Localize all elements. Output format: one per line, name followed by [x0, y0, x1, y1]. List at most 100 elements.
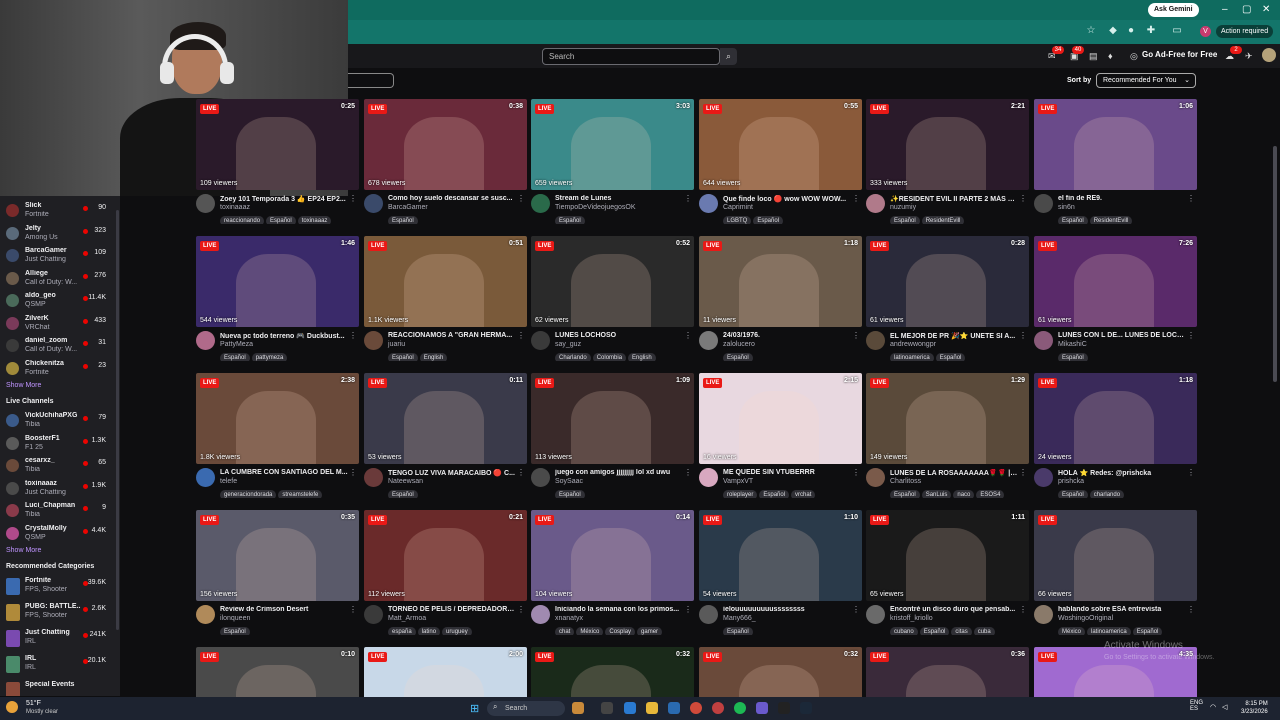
streamer-name[interactable]: Caprimint [723, 204, 753, 211]
streamer-name[interactable]: Many666_ [723, 615, 756, 622]
sidebar-channel-boosterf1[interactable]: BoosterF1 F1 25 1.3K [0, 433, 120, 455]
stream-card[interactable]: LIVE 2:15 16 viewers ME QUEDE SIN VTUBERRR V… [699, 373, 862, 505]
stream-tag[interactable]: españa [388, 627, 416, 635]
streamer-avatar[interactable] [866, 194, 885, 213]
stream-tag[interactable]: Español [1058, 216, 1088, 224]
stream-card[interactable]: LIVE 0:21 112 viewers TORNEO DE PELIS / DEP… [364, 510, 527, 642]
sidebar-channel-aldo_geo[interactable]: aldo_geo QSMP 11.4K [0, 290, 120, 312]
stream-card[interactable]: LIVE 0:28 61 viewers EL MEJOR DE PR 🎉⭐ UNET… [866, 236, 1029, 368]
streamer-avatar[interactable] [196, 331, 215, 350]
stream-card[interactable]: LIVE 2:00 [364, 647, 527, 720]
stream-tag[interactable]: vrchat [791, 490, 816, 498]
stream-tag[interactable]: Español [753, 216, 784, 224]
stream-thumbnail[interactable]: LIVE 7:26 61 viewers [1034, 236, 1197, 327]
streamer-name[interactable]: Nateewsan [388, 478, 423, 485]
streamer-avatar[interactable] [196, 468, 215, 487]
stream-title[interactable]: TORNEO DE PELIS / DEPREDADOR l... [388, 606, 516, 613]
stream-tag[interactable]: chat [555, 627, 575, 635]
sidebar-channel-jelty[interactable]: Jelty Among Us 323 [0, 223, 120, 245]
streamer-avatar[interactable] [1034, 605, 1053, 624]
streamer-avatar[interactable] [866, 331, 885, 350]
stream-card[interactable]: LIVE 1:11 65 viewers Encontré un disco duro… [866, 510, 1029, 642]
more-options-icon[interactable]: ⋮ [349, 331, 357, 340]
more-options-icon[interactable]: ⋮ [684, 331, 692, 340]
obs-icon[interactable] [778, 702, 790, 714]
more-options-icon[interactable]: ⋮ [852, 468, 860, 477]
streamer-name[interactable]: TiempoDeVideojuegosOK [555, 204, 636, 211]
filter-input[interactable] [348, 73, 394, 88]
more-options-icon[interactable]: ⋮ [1187, 468, 1195, 477]
chrome-icon[interactable] [690, 702, 702, 714]
sidebar-channel-chickenitza[interactable]: Chickenitza Fortnite 23 [0, 358, 120, 380]
more-options-icon[interactable]: ⋮ [1019, 331, 1027, 340]
stream-card[interactable]: LIVE 0:32 [531, 647, 694, 720]
more-options-icon[interactable]: ⋮ [349, 605, 357, 614]
more-options-icon[interactable]: ⋮ [517, 605, 525, 614]
sidebar-category[interactable]: Special Events [0, 679, 120, 696]
stream-title[interactable]: Nueva pc todo terreno 🎮 Duckbust... [220, 332, 348, 340]
sidepanel-icon[interactable]: ▭ [1172, 26, 1182, 36]
wifi-icon[interactable]: ◠ [1210, 703, 1216, 711]
stream-thumbnail[interactable]: LIVE 0:55 644 viewers [699, 99, 862, 190]
stream-title[interactable]: HOLA ⭐ Redes: @prishcka [1058, 469, 1186, 477]
stream-thumbnail[interactable]: LIVE 0:11 53 viewers [364, 373, 527, 464]
sidebar-scrollbar[interactable] [116, 210, 119, 630]
sidebar-channel-luci_chapman[interactable]: Luci_Chapman Tibia 9 [0, 500, 120, 522]
more-options-icon[interactable]: ⋮ [1187, 605, 1195, 614]
user-avatar[interactable] [1262, 48, 1276, 62]
stream-tag[interactable]: Español [935, 353, 966, 361]
profile-avatar[interactable]: V [1200, 26, 1211, 37]
streamer-avatar[interactable] [866, 605, 885, 624]
file-explorer-icon[interactable] [646, 702, 658, 714]
sidebar-channel-crystalmolly[interactable]: CrystalMolly QSMP 4.4K [0, 523, 120, 545]
stream-tag[interactable]: pattymeza [251, 353, 288, 361]
stream-thumbnail[interactable]: LIVE 1:18 11 viewers [699, 236, 862, 327]
stream-title[interactable]: hablando sobre ESA entrevista [1058, 606, 1186, 613]
sidebar-channel-barcagamer[interactable]: BarcaGamer Just Chatting 109 [0, 245, 120, 267]
stream-thumbnail[interactable]: LIVE 1:10 54 viewers [699, 510, 862, 601]
extension-icon[interactable]: ● [1126, 26, 1136, 36]
app-icon[interactable] [712, 702, 724, 714]
streamer-avatar[interactable] [364, 468, 383, 487]
stream-card[interactable]: LIVE 1:09 113 viewers juego con amigos jjjj… [531, 373, 694, 505]
minimize-icon[interactable]: – [1222, 4, 1228, 15]
weather-icon[interactable] [6, 701, 18, 713]
more-options-icon[interactable]: ⋮ [517, 331, 525, 340]
more-options-icon[interactable]: ⋮ [1019, 468, 1027, 477]
more-options-icon[interactable]: ⋮ [684, 468, 692, 477]
stream-tag[interactable]: Cosplay [605, 627, 636, 635]
stream-thumbnail[interactable]: LIVE 0:52 62 viewers [531, 236, 694, 327]
more-options-icon[interactable]: ⋮ [517, 194, 525, 203]
stream-thumbnail[interactable]: LIVE 2:21 333 viewers [866, 99, 1029, 190]
stream-title[interactable]: Como hoy suelo descansar se susc... [388, 195, 516, 202]
streamer-name[interactable]: WoshingoOriginal [1058, 615, 1113, 622]
stream-tag[interactable]: México [1058, 627, 1086, 635]
edge-icon[interactable] [624, 702, 636, 714]
more-options-icon[interactable]: ⋮ [684, 194, 692, 203]
stream-tag[interactable]: ResidentEvill [1089, 216, 1133, 224]
streamer-avatar[interactable] [699, 331, 718, 350]
go-ad-free-button[interactable]: Go Ad-Free for Free [1142, 50, 1217, 59]
stream-card[interactable]: LIVE 7:26 61 viewers LUNES CON L DE... LUNE… [1034, 236, 1197, 368]
stream-card[interactable]: LIVE 1:06 el fin de RE9. sin6n ⋮ Español Resid… [1034, 99, 1197, 231]
stream-tag[interactable]: roleplayer [723, 490, 758, 498]
streamer-name[interactable]: toxinaaaz [220, 204, 250, 211]
stream-thumbnail[interactable]: LIVE 1:46 544 viewers [196, 236, 359, 327]
more-options-icon[interactable]: ⋮ [1187, 194, 1195, 203]
stream-tag[interactable]: generaciondorada [220, 490, 277, 498]
discord-icon[interactable] [756, 702, 768, 714]
stream-card[interactable]: LIVE 0:32 [699, 647, 862, 720]
stream-tag[interactable]: gamer [637, 627, 663, 635]
stream-thumbnail[interactable]: LIVE 2:38 1.8K viewers [196, 373, 359, 464]
streamer-avatar[interactable] [866, 468, 885, 487]
streamer-avatar[interactable] [1034, 468, 1053, 487]
stream-tag[interactable]: Español [919, 627, 950, 635]
stream-card[interactable]: LIVE 66 viewers hablando sobre ESA entrevi… [1034, 510, 1197, 642]
streamer-avatar[interactable] [364, 194, 383, 213]
streamer-name[interactable]: Charlitoss [890, 478, 921, 485]
stream-card[interactable]: LIVE 1:18 24 viewers HOLA ⭐ Redes: @prishck… [1034, 373, 1197, 505]
stream-tag[interactable]: cuba [973, 627, 995, 635]
stream-tag[interactable]: Español [890, 216, 920, 224]
stream-tag[interactable]: Español [1058, 490, 1088, 498]
stream-title[interactable]: LUNES DE LA ROSAAAAAAA🌹🌹 | ... [890, 469, 1018, 477]
